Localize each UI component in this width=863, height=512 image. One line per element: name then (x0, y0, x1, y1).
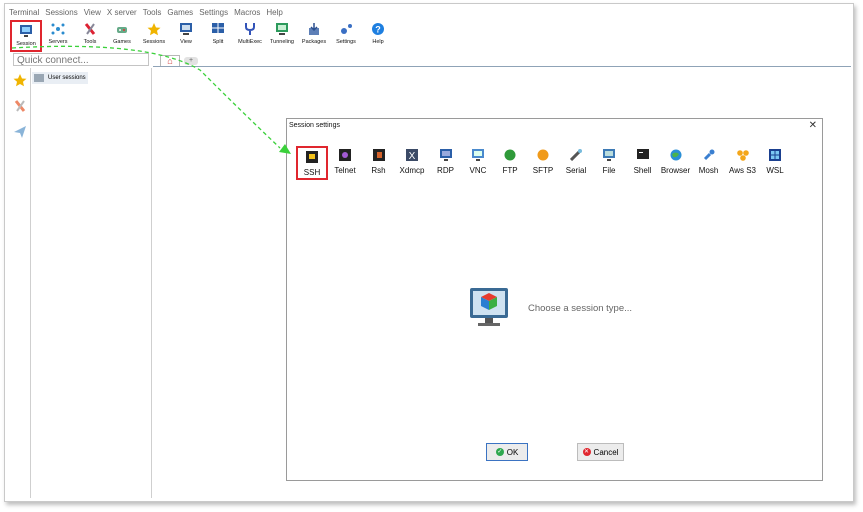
annotation-arrow (11, 45, 291, 154)
